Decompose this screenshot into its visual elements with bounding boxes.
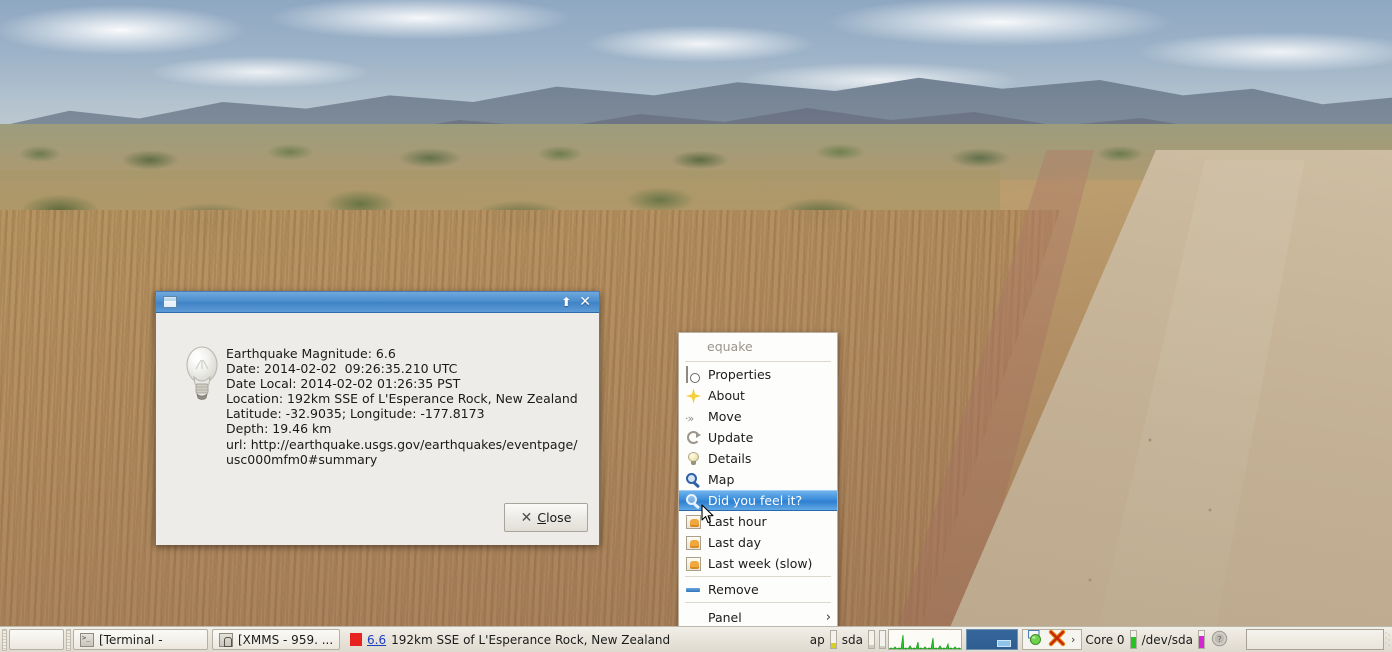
menu-item-details-label: Details <box>708 451 752 466</box>
tray-expand-chevron-icon[interactable]: › <box>1069 633 1077 646</box>
menu-item-properties[interactable]: Properties <box>679 364 837 385</box>
close-button[interactable]: ✕ Close <box>504 503 588 532</box>
help-icon[interactable]: ? <box>1211 630 1228 650</box>
map-monitor-gauge <box>829 630 837 649</box>
taskbar-grip[interactable] <box>1384 629 1390 650</box>
earthquake-info-text: Earthquake Magnitude: 6.6 Date: 2014-02-… <box>226 346 578 467</box>
earthquake-marker-icon <box>350 633 362 646</box>
window-menu-icon[interactable] <box>163 296 177 308</box>
taskbar-empty-applet[interactable] <box>1246 629 1384 650</box>
lightbulb-icon <box>685 451 702 467</box>
menu-item-map-label: Map <box>708 472 735 487</box>
menu-item-update-label: Update <box>708 430 754 445</box>
taskbar-handle[interactable] <box>2 628 7 651</box>
close-button-label: Close <box>537 510 571 525</box>
close-x-icon: ✕ <box>520 509 533 526</box>
disk-device-gauge <box>1198 630 1205 649</box>
system-tray[interactable]: › <box>1021 629 1083 650</box>
close-window-icon[interactable]: ✕ <box>579 295 591 309</box>
menu-header-title: equake <box>707 339 753 354</box>
map-monitor-label: ap <box>809 632 825 647</box>
menu-item-last-day[interactable]: Last day <box>679 532 837 553</box>
menu-item-properties-label: Properties <box>708 367 772 382</box>
close-label-rest: lose <box>546 510 572 525</box>
pager-window-thumb <box>996 640 1011 647</box>
refresh-icon <box>685 430 702 446</box>
dialog-body: Earthquake Magnitude: 6.6 Date: 2014-02-… <box>156 313 599 545</box>
terminal-icon <box>80 632 94 647</box>
menu-item-move[interactable]: ·» Move <box>679 406 837 427</box>
taskbar-item-terminal[interactable]: [Terminal - <box>73 629 208 650</box>
menu-item-move-label: Move <box>708 409 742 424</box>
taskbar-item-blank[interactable] <box>9 629 64 650</box>
secondary-gauge <box>878 630 886 649</box>
close-x-icon[interactable] <box>1048 629 1066 650</box>
hand-icon <box>685 535 702 551</box>
titlebar-buttons: ⬆ ✕ <box>561 295 595 309</box>
workspace-pager[interactable] <box>965 629 1018 650</box>
hand-icon <box>685 556 702 572</box>
menu-item-map[interactable]: Map <box>679 469 837 490</box>
lightbulb-icon <box>178 343 226 401</box>
remove-icon <box>685 582 702 598</box>
menu-item-last-week[interactable]: Last week (slow) <box>679 553 837 574</box>
taskbar-item-xmms[interactable]: [XMMS - 959. ... <box>212 629 340 650</box>
menu-item-did-you-feel-it[interactable]: Did you feel it? <box>679 490 837 511</box>
taskbar-item-terminal-label: [Terminal - <box>99 632 163 647</box>
menu-item-remove-label: Remove <box>708 582 759 597</box>
menu-item-last-hour-label: Last hour <box>708 514 767 529</box>
taskbar-earthquake-item[interactable]: 6.6 192km SSE of L'Esperance Rock, New Z… <box>344 633 676 647</box>
equake-context-menu[interactable]: equake Properties About ·» Move Update D… <box>678 332 838 630</box>
earthquake-details-dialog[interactable]: ⬆ ✕ Earthquake Magnitude: 6.6 Date: 2014… <box>155 291 600 545</box>
document-properties-icon <box>685 365 702 383</box>
disk-device-label: /dev/sda <box>1141 632 1193 647</box>
magnifier-icon <box>685 472 702 488</box>
menu-item-details[interactable]: Details <box>679 448 837 469</box>
taskbar-handle[interactable] <box>66 628 71 651</box>
dialog-titlebar[interactable]: ⬆ ✕ <box>156 292 599 313</box>
shade-window-icon[interactable]: ⬆ <box>561 296 571 308</box>
menu-item-about[interactable]: About <box>679 385 837 406</box>
system-monitor-graph[interactable] <box>887 629 962 650</box>
menu-item-last-day-label: Last day <box>708 535 762 550</box>
menu-item-about-label: About <box>708 388 745 403</box>
cpu-monitor-label: Core 0 <box>1085 632 1125 647</box>
svg-text:?: ? <box>1217 635 1221 644</box>
menu-separator <box>685 361 831 362</box>
menu-separator <box>685 576 831 577</box>
menu-item-did-you-feel-it-label: Did you feel it? <box>708 493 803 508</box>
taskbar-item-xmms-label: [XMMS - 959. ... <box>238 632 334 647</box>
earthquake-description: 192km SSE of L'Esperance Rock, New Zeala… <box>391 632 671 647</box>
menu-item-last-week-label: Last week (slow) <box>708 556 813 571</box>
menu-item-panel-label: Panel <box>708 609 742 625</box>
menu-item-last-hour[interactable]: Last hour <box>679 511 837 532</box>
hand-icon <box>685 514 702 530</box>
taskbar[interactable]: [Terminal - [XMMS - 959. ... 6.6 192km S… <box>0 626 1392 652</box>
menu-item-update[interactable]: Update <box>679 427 837 448</box>
xmms-icon <box>219 632 233 647</box>
pidgin-icon[interactable] <box>1027 629 1045 650</box>
close-accel: C <box>537 510 547 525</box>
cpu-monitor-gauge <box>1129 630 1137 649</box>
menu-separator <box>685 602 831 603</box>
earthquake-magnitude-link[interactable]: 6.6 <box>367 633 386 647</box>
disk-monitor-label: sda <box>841 632 863 647</box>
star-icon <box>685 388 702 404</box>
chevron-right-icon: › <box>825 609 831 625</box>
panel-icon-placeholder <box>685 609 702 625</box>
menu-item-remove[interactable]: Remove <box>679 579 837 600</box>
disk-monitor-gauge <box>867 630 875 649</box>
move-icon: ·» <box>685 411 694 425</box>
magnifier-icon <box>685 493 702 509</box>
